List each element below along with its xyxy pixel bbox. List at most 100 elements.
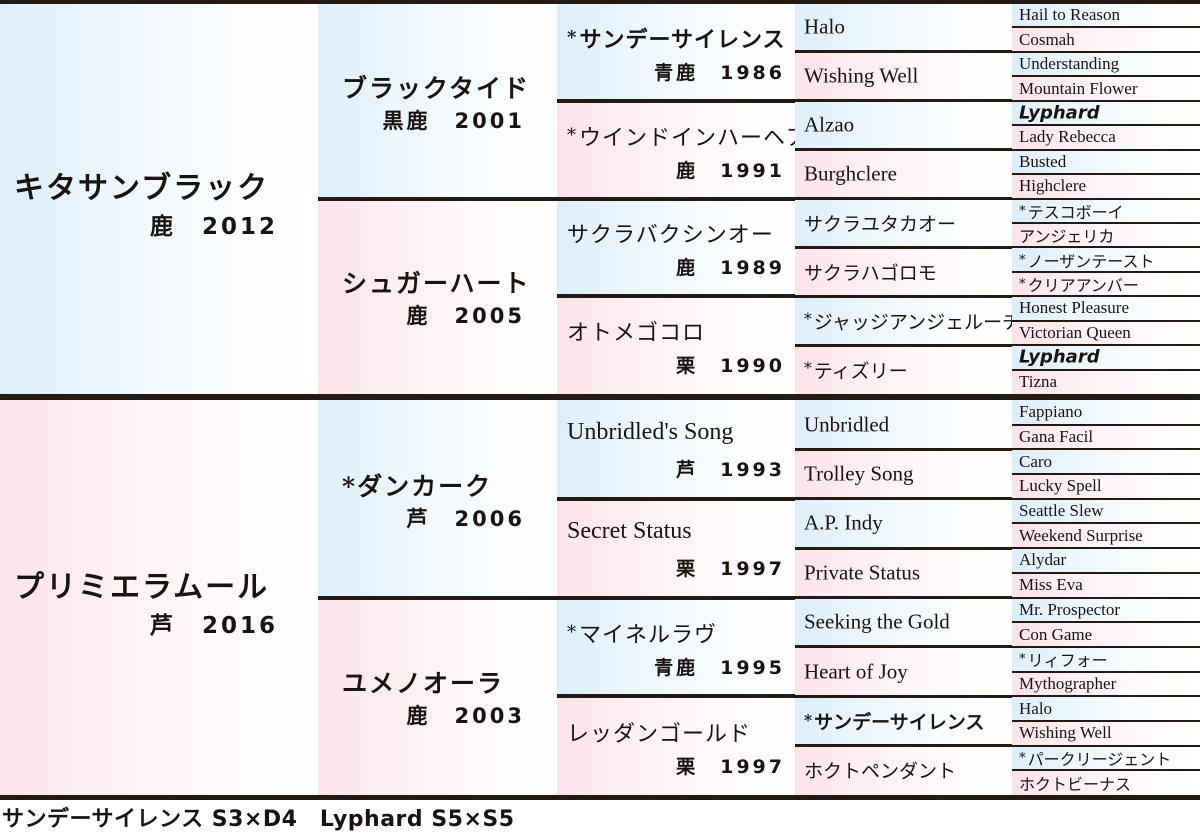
- gen5-name: Weekend Surprise: [1019, 526, 1143, 546]
- divider: [1012, 645, 1200, 648]
- gen4-cell: Trolley Song: [795, 449, 1012, 499]
- gen3-meta: 栗 1997: [676, 558, 785, 581]
- gen5-cell: Lyphard: [1012, 100, 1200, 126]
- gen2-meta: 鹿 2003: [406, 704, 525, 729]
- gen5-cell: Halo: [1012, 696, 1200, 721]
- horse-name-text: Weekend Surprise: [1019, 525, 1143, 545]
- horse-name-text: Burghclere: [804, 161, 897, 186]
- gen4-name: Heart of Joy: [804, 659, 908, 684]
- horse-name-text: Wishing Well: [804, 63, 919, 88]
- divider: [557, 496, 795, 501]
- imported-star: *: [1019, 252, 1026, 268]
- gen3-name: オトメゴコロ: [567, 315, 791, 347]
- divider: [1012, 197, 1200, 200]
- horse-name-text: Halo: [1019, 698, 1053, 718]
- gen4-name: Private Status: [804, 560, 920, 585]
- gen4-cell: Seeking the Gold: [795, 597, 1012, 647]
- gen5-cell: Honest Pleasure: [1012, 296, 1200, 321]
- divider: [0, 394, 1200, 400]
- gen3-name: *マイネルラヴ: [567, 617, 791, 649]
- gen5-cell: Highclere: [1012, 174, 1200, 199]
- divider: [795, 148, 1012, 152]
- gen5-cell: Victorian Queen: [1012, 320, 1200, 346]
- gen2-meta: 鹿 2005: [406, 304, 525, 329]
- horse-name-text: Private Status: [804, 560, 921, 585]
- gen5-name: Tizna: [1019, 372, 1057, 392]
- gen5-name: Highclere: [1019, 176, 1086, 196]
- imported-star: *: [804, 359, 812, 378]
- gen1-name: プリミエラムール: [14, 569, 270, 605]
- gen5-name: Seattle Slew: [1019, 501, 1104, 521]
- divider: [1012, 124, 1200, 127]
- horse-name-text: Alzao: [804, 112, 855, 137]
- gen3-meta: 青鹿 1995: [654, 656, 785, 679]
- gen4-name: Halo: [804, 15, 845, 40]
- divider: [795, 50, 1012, 54]
- gen2-name: シュガーハート: [342, 269, 531, 299]
- gen5-cell: * クリアアンバー: [1012, 271, 1200, 297]
- gen4-name: * ティズリー: [804, 356, 908, 383]
- horse-name-text: Highclere: [1019, 176, 1087, 196]
- gen1-name: キタサンブラック: [14, 170, 270, 206]
- divider: [795, 645, 1012, 649]
- gen5-cell: * ノーザンテースト: [1012, 247, 1200, 272]
- gen3-cell: *ウインドインハーヘア鹿 1991: [557, 100, 795, 199]
- horse-name-text: Secret Status: [567, 518, 692, 545]
- horse-name-text: ホクトビーナス: [1019, 774, 1132, 794]
- gen5-cell: * リィフォー: [1012, 646, 1200, 672]
- gen5-name: Mr. Prospector: [1019, 600, 1120, 620]
- divider: [1012, 522, 1200, 525]
- gen5-name: Mountain Flower: [1019, 79, 1138, 99]
- horse-name-text: Tizna: [1019, 371, 1058, 391]
- divider: [1012, 148, 1200, 151]
- gen5-name: Con Game: [1019, 625, 1092, 645]
- horse-name-text: Alydar: [1019, 550, 1067, 570]
- divider: [0, 0, 1200, 4]
- gen2-cell: ブラックタイド 黒鹿 2001: [318, 3, 557, 199]
- gen3-meta: 青鹿 1986: [654, 61, 785, 84]
- horse-name-text: Halo: [804, 14, 845, 39]
- divider: [557, 595, 795, 600]
- divider: [1012, 368, 1200, 371]
- gen4-name: Unbridled: [804, 412, 889, 437]
- horse-name-text: Unbridled: [804, 412, 890, 437]
- divider: [795, 596, 1012, 599]
- horse-name-text: ウインドインハーヘア: [579, 125, 795, 151]
- gen5-name: * リィフォー: [1019, 647, 1108, 671]
- divider: [1012, 423, 1200, 426]
- gen3-cell: サクラバクシンオー鹿 1989: [557, 198, 795, 297]
- horse-name-text: ホクトペンダント: [804, 760, 957, 783]
- gen3-cell: *サンデーサイレンス 青鹿 1986: [557, 3, 795, 101]
- imported-star: *: [567, 621, 578, 643]
- horse-name-text: サクラバクシンオー: [567, 223, 774, 249]
- gen5-name: Victorian Queen: [1019, 323, 1131, 343]
- gen5-name: Alydar: [1019, 550, 1066, 570]
- divider: [1012, 221, 1200, 224]
- gen3-cell: Secret Status 栗 1997: [557, 498, 795, 598]
- gen5-cell: Caro: [1012, 449, 1200, 475]
- gen5-cell: Alydar: [1012, 548, 1200, 573]
- gen3-meta: 栗 1990: [676, 355, 785, 378]
- gen1-cell: プリミエラムール芦 2016: [0, 400, 318, 795]
- divider: [557, 98, 795, 103]
- gen5-name: Gana Facil: [1019, 427, 1093, 447]
- gen5-cell: Mountain Flower: [1012, 76, 1200, 101]
- divider: [557, 196, 795, 201]
- gen4-cell: Burghclere: [795, 149, 1012, 199]
- divider: [795, 744, 1012, 748]
- horse-name-text: Cosmah: [1019, 29, 1075, 49]
- gen4-cell: A.P. Indy: [795, 498, 1012, 549]
- gen4-name: サクラユタカオー: [804, 209, 956, 236]
- gen4-name: Trolley Song: [804, 462, 914, 487]
- imported-star: *: [567, 124, 578, 146]
- horse-name-text: パークリージェント: [1027, 749, 1172, 769]
- inbreeding-footer: サンデーサイレンス S3×D4 Lyphard S5×S5: [0, 800, 1200, 833]
- gen4-cell: Alzao: [795, 100, 1012, 150]
- inbreeding-text: サンデーサイレンス S3×D4 Lyphard S5×S5: [2, 806, 515, 832]
- divider: [795, 99, 1012, 103]
- horse-name-text: Gana Facil: [1019, 427, 1094, 447]
- gen4-name: * ジャッジアンジェルーチ: [804, 307, 1012, 334]
- divider: [795, 694, 1012, 698]
- gen5-cell: Hail to Reason: [1012, 3, 1200, 28]
- gen5-cell: Tizna: [1012, 369, 1200, 394]
